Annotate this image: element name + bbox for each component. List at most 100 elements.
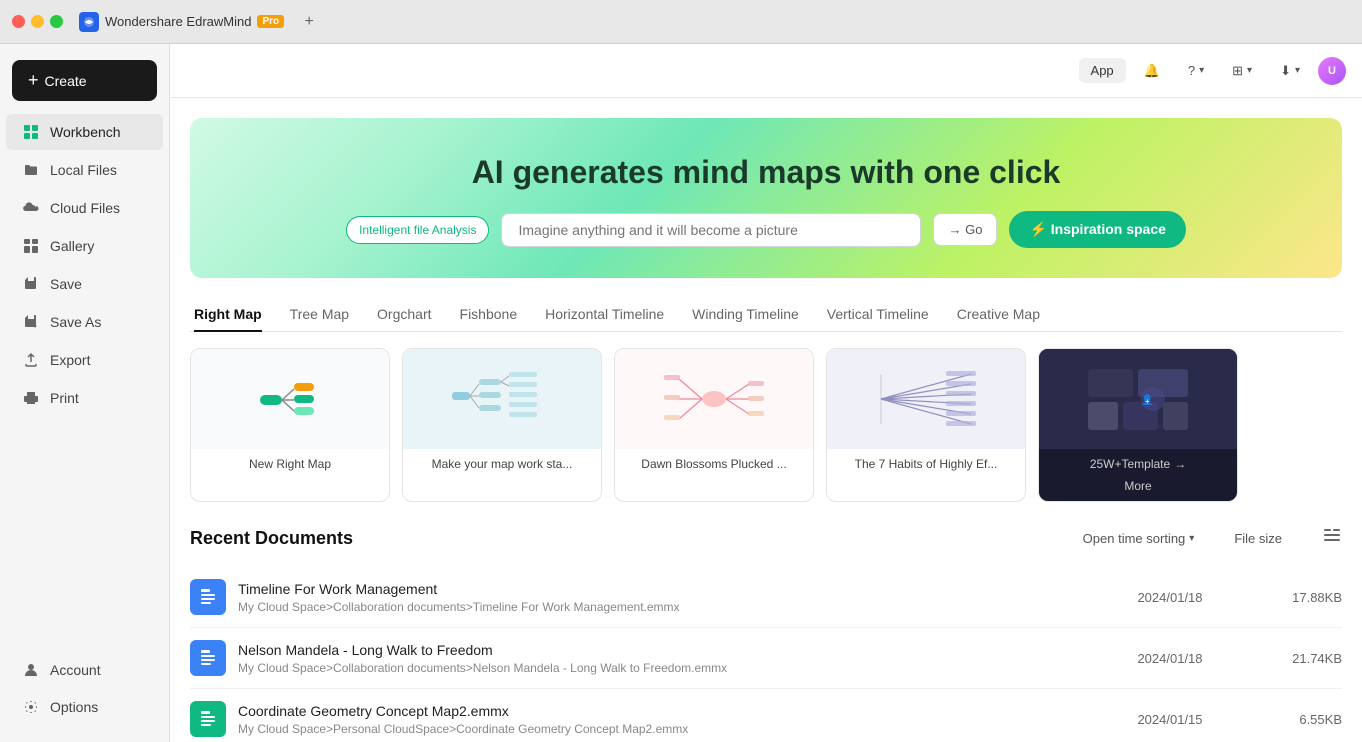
template-tabs: Right Map Tree Map Orgchart Fishbone Hor…	[190, 298, 1342, 332]
bell-button[interactable]: 🔔	[1134, 57, 1170, 85]
sort-button[interactable]: Open time sorting ▾	[1083, 531, 1195, 546]
sidebar-print-label: Print	[50, 390, 79, 406]
tab-winding-timeline[interactable]: Winding Timeline	[692, 298, 799, 332]
template-card-seven-habits[interactable]: The 7 Habits of Highly Ef...	[826, 348, 1026, 502]
create-plus-icon: +	[28, 70, 39, 91]
doc-info-1: Nelson Mandela - Long Walk to Freedom My…	[238, 642, 1098, 675]
create-button-label: Create	[45, 73, 87, 89]
tab-fishbone[interactable]: Fishbone	[460, 298, 518, 332]
template-card-map-work[interactable]: Make your map work sta...	[402, 348, 602, 502]
sort-chevron-icon: ▾	[1189, 533, 1194, 544]
sidebar-item-workbench[interactable]: Workbench	[6, 114, 163, 150]
tab-vertical-timeline[interactable]: Vertical Timeline	[827, 298, 929, 332]
doc-size-1: 21.74KB	[1242, 651, 1342, 666]
sidebar-export-label: Export	[50, 352, 90, 368]
sidebar-save-label: Save	[50, 276, 82, 292]
sidebar-item-account[interactable]: Account	[6, 652, 163, 688]
avatar[interactable]: U	[1318, 57, 1346, 85]
template-card-more[interactable]: 👤 + 25W+Template → More	[1038, 348, 1238, 502]
template-more-bottom-label: More	[1039, 479, 1237, 501]
doc-row-1[interactable]: Nelson Mandela - Long Walk to Freedom My…	[190, 628, 1342, 689]
sidebar-options-label: Options	[50, 699, 98, 715]
sidebar-item-print[interactable]: Print	[6, 380, 163, 416]
doc-date-2: 2024/01/15	[1110, 712, 1230, 727]
local-files-icon	[22, 161, 40, 179]
template-card-new-right-map[interactable]: New Right Map	[190, 348, 390, 502]
doc-path-2: My Cloud Space>Personal CloudSpace>Coord…	[238, 722, 1098, 736]
titlebar: Wondershare EdrawMind Pro +	[0, 0, 1362, 44]
sidebar-item-local-files[interactable]: Local Files	[6, 152, 163, 188]
sidebar: + Create Workbench Local Files	[0, 44, 170, 742]
doc-info-2: Coordinate Geometry Concept Map2.emmx My…	[238, 703, 1098, 736]
new-tab-button[interactable]: +	[298, 11, 320, 33]
template-card-map-work-label: Make your map work sta...	[403, 449, 601, 479]
doc-path-1: My Cloud Space>Collaboration documents>N…	[238, 661, 1098, 675]
tab-orgchart[interactable]: Orgchart	[377, 298, 431, 332]
banner-search-input[interactable]	[501, 213, 921, 247]
sidebar-workbench-label: Workbench	[50, 124, 121, 140]
template-more-25w-label: 25W+Template →	[1039, 449, 1237, 479]
banner-title: AI generates mind maps with one click	[210, 154, 1322, 191]
app-button[interactable]: App	[1079, 58, 1126, 83]
doc-date-0: 2024/01/18	[1110, 590, 1230, 605]
close-window-btn[interactable]	[12, 15, 25, 28]
template-more-img: 👤 +	[1039, 349, 1237, 449]
recent-title: Recent Documents	[190, 528, 353, 549]
doc-row-2[interactable]: Coordinate Geometry Concept Map2.emmx My…	[190, 689, 1342, 742]
intelligent-analysis-tag[interactable]: Intelligent file Analysis	[346, 216, 489, 244]
doc-icon-1	[190, 640, 226, 676]
maximize-window-btn[interactable]	[50, 15, 63, 28]
bell-icon: 🔔	[1144, 63, 1160, 79]
print-icon	[22, 389, 40, 407]
download-icon: ⬇	[1280, 63, 1291, 79]
sort-label: Open time sorting	[1083, 531, 1186, 546]
workbench-icon	[22, 123, 40, 141]
tab-tree-map[interactable]: Tree Map	[290, 298, 349, 332]
sidebar-item-options[interactable]: Options	[6, 689, 163, 725]
create-button[interactable]: + Create	[12, 60, 157, 101]
doc-size-2: 6.55KB	[1242, 712, 1342, 727]
template-card-new-right-map-label: New Right Map	[191, 449, 389, 479]
pro-badge: Pro	[257, 15, 284, 28]
template-card-img-map-work	[403, 349, 601, 449]
help-button[interactable]: ? ▾	[1178, 57, 1214, 84]
app-logo	[79, 12, 99, 32]
account-icon	[22, 661, 40, 679]
main-layout: + Create Workbench Local Files	[0, 44, 1362, 742]
sidebar-item-save[interactable]: Save	[6, 266, 163, 302]
grid-button[interactable]: ⊞ ▾	[1222, 57, 1262, 85]
grid-icon: ⊞	[1232, 63, 1243, 79]
tab-horizontal-timeline[interactable]: Horizontal Timeline	[545, 298, 664, 332]
gallery-icon	[22, 237, 40, 255]
doc-name-2: Coordinate Geometry Concept Map2.emmx	[238, 703, 1098, 719]
template-card-dawn-blossoms[interactable]: Dawn Blossoms Plucked ...	[614, 348, 814, 502]
content-area: AI generates mind maps with one click In…	[170, 98, 1362, 742]
doc-name-1: Nelson Mandela - Long Walk to Freedom	[238, 642, 1098, 658]
download-button[interactable]: ⬇ ▾	[1270, 57, 1310, 85]
sidebar-item-export[interactable]: Export	[6, 342, 163, 378]
doc-icon-0	[190, 579, 226, 615]
sidebar-item-cloud-files[interactable]: Cloud Files	[6, 190, 163, 226]
help-chevron-icon: ▾	[1199, 65, 1204, 76]
app-identity: Wondershare EdrawMind Pro	[79, 12, 284, 32]
template-card-img-habits	[827, 349, 1025, 449]
doc-path-0: My Cloud Space>Collaboration documents>T…	[238, 600, 1098, 614]
go-button[interactable]: → Go	[933, 213, 997, 246]
view-toggle-icon[interactable]	[1322, 526, 1342, 551]
inspiration-button[interactable]: ⚡ Inspiration space	[1009, 211, 1185, 248]
sidebar-account-label: Account	[50, 662, 101, 678]
template-card-seven-habits-label: The 7 Habits of Highly Ef...	[827, 449, 1025, 479]
minimize-window-btn[interactable]	[31, 15, 44, 28]
template-card-img-dawn	[615, 349, 813, 449]
doc-date-1: 2024/01/18	[1110, 651, 1230, 666]
options-icon	[22, 698, 40, 716]
template-card-img-blank	[191, 349, 389, 449]
svg-text:+: +	[1145, 397, 1150, 406]
tab-creative-map[interactable]: Creative Map	[957, 298, 1040, 332]
doc-row-0[interactable]: Timeline For Work Management My Cloud Sp…	[190, 567, 1342, 628]
doc-icon-2	[190, 701, 226, 737]
sidebar-item-gallery[interactable]: Gallery	[6, 228, 163, 264]
sidebar-gallery-label: Gallery	[50, 238, 94, 254]
sidebar-item-save-as[interactable]: Save As	[6, 304, 163, 340]
tab-right-map[interactable]: Right Map	[194, 298, 262, 332]
